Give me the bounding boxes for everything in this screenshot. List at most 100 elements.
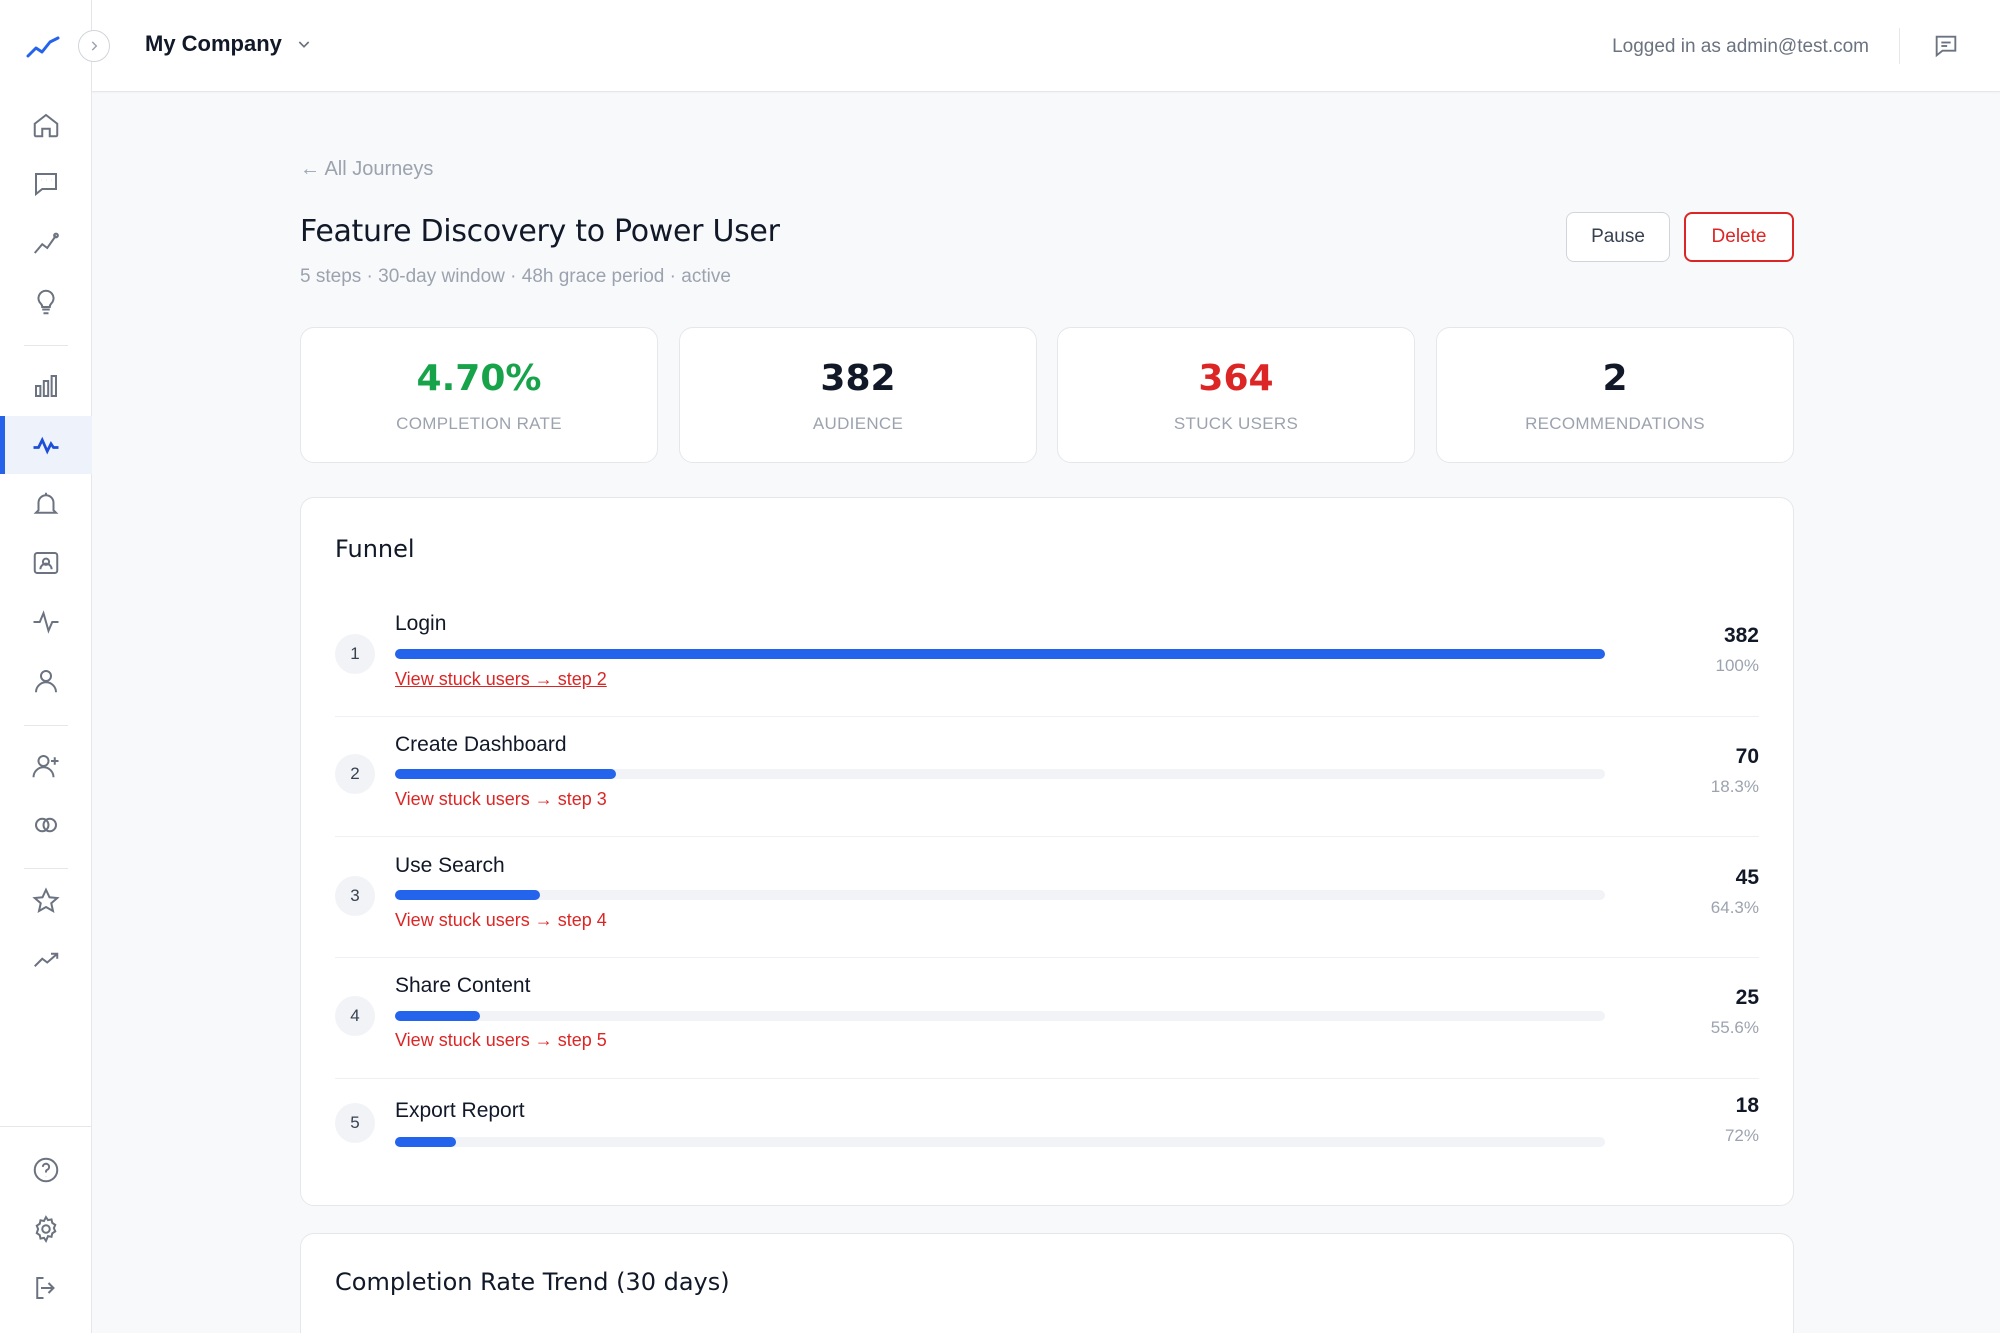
sidebar-item-segments[interactable] [0, 796, 92, 854]
step-number: 1 [335, 634, 375, 674]
step-progress-fill [395, 890, 541, 900]
sidebar-item-insights[interactable] [0, 273, 92, 331]
sidebar-item-analytics[interactable] [0, 214, 92, 272]
company-switcher[interactable]: My Company [145, 31, 312, 57]
step-count: 70 [1735, 745, 1759, 768]
step-progress-fill [395, 769, 617, 779]
stat-value: 382 [820, 358, 896, 399]
step-count: 18 [1735, 1094, 1759, 1117]
help-icon [33, 1157, 59, 1183]
funnel-step: 1 Login View stuck users → step 2 382 10… [335, 610, 1759, 706]
page-title: Feature Discovery to Power User [300, 214, 780, 249]
step-name: Login [395, 612, 447, 635]
stat-label: COMPLETION RATE [396, 414, 562, 433]
step-progress-bar [395, 769, 1605, 779]
funnel-step: 3 Use Search View stuck users → step 4 4… [335, 851, 1759, 947]
view-stuck-users-link[interactable]: View stuck users → step 4 [395, 910, 607, 931]
step-progress-bar [395, 1137, 1605, 1147]
stat-card-audience: 382 AUDIENCE [679, 327, 1037, 463]
step-percent: 18.3% [1710, 777, 1759, 796]
star-icon [32, 887, 60, 913]
step-name: Create Dashboard [395, 733, 567, 756]
step-name: Use Search [395, 854, 505, 877]
trending-icon [34, 952, 59, 967]
contact-card-icon [33, 552, 59, 574]
trend-title: Completion Rate Trend (30 days) [335, 1268, 730, 1296]
step-percent: 72% [1724, 1126, 1759, 1145]
sidebar-item-help[interactable] [0, 1141, 92, 1199]
stat-card-recommendations: 2 RECOMMENDATIONS [1436, 327, 1794, 463]
lightbulb-icon [37, 289, 55, 315]
stat-card-stuck-users: 364 STUCK USERS [1057, 327, 1415, 463]
step-progress-bar [395, 649, 1605, 659]
step-number: 2 [335, 754, 375, 794]
funnel-step: 4 Share Content View stuck users → step … [335, 972, 1759, 1068]
chevron-right-icon [91, 41, 98, 51]
message-icon [1935, 35, 1957, 58]
funnel-step: 5 Export Report 18 72% [335, 1094, 1759, 1174]
sidebar-item-users[interactable] [0, 652, 92, 710]
sidebar-item-reports[interactable] [0, 357, 92, 415]
funnel-step: 2 Create Dashboard View stuck users → st… [335, 731, 1759, 827]
sidebar-item-contacts[interactable] [0, 534, 92, 592]
step-count: 25 [1735, 986, 1759, 1009]
step-percent: 55.6% [1710, 1018, 1759, 1037]
stat-label: STUCK USERS [1173, 414, 1299, 433]
sidebar-item-logout[interactable] [0, 1259, 92, 1317]
sidebar-item-activity[interactable] [0, 593, 92, 651]
step-count: 45 [1735, 866, 1759, 889]
bar-chart-icon [35, 375, 57, 397]
logged-in-text: Logged in as admin@test.com [1612, 36, 1869, 57]
sidebar-item-trends[interactable] [0, 931, 92, 989]
funnel-panel: Funnel 1 Login View stuck users → step 2… [300, 497, 1794, 1206]
sidebar-item-favorites[interactable] [0, 872, 92, 930]
sidebar-collapse-button[interactable] [78, 30, 110, 62]
activity-icon [33, 610, 59, 634]
view-stuck-users-link[interactable]: View stuck users → step 2 [395, 669, 607, 690]
feedback-button[interactable] [1932, 32, 1960, 60]
segments-icon [35, 817, 57, 833]
step-progress-fill [395, 649, 1605, 659]
step-number: 4 [335, 996, 375, 1036]
settings-icon [35, 1215, 57, 1243]
back-to-journeys-link[interactable]: ← All Journeys [300, 158, 433, 181]
step-progress-fill [395, 1137, 456, 1147]
company-name: My Company [145, 31, 282, 56]
logo-icon[interactable] [24, 30, 64, 62]
logout-icon [36, 1277, 55, 1299]
step-number: 5 [335, 1103, 375, 1143]
sidebar-item-journeys[interactable] [0, 416, 92, 474]
funnel-title: Funnel [335, 535, 415, 563]
stat-value: 2 [1602, 358, 1628, 399]
pause-button[interactable]: Pause [1566, 212, 1670, 262]
top-bar: My Company Logged in as admin@test.com [92, 0, 2000, 92]
chat-icon [35, 173, 57, 197]
step-number: 3 [335, 876, 375, 916]
step-progress-fill [395, 1011, 480, 1021]
sidebar-item-alerts[interactable] [0, 475, 92, 533]
stat-card-completion-rate: 4.70% COMPLETION RATE [300, 327, 658, 463]
view-stuck-users-link[interactable]: View stuck users → step 3 [395, 789, 607, 810]
delete-button[interactable]: Delete [1684, 212, 1794, 262]
view-stuck-users-link[interactable]: View stuck users → step 5 [395, 1030, 607, 1051]
sidebar-item-home[interactable] [0, 96, 92, 154]
step-progress-bar [395, 890, 1605, 900]
completion-trend-panel: Completion Rate Trend (30 days) [300, 1233, 1794, 1333]
stat-label: AUDIENCE [812, 414, 904, 433]
sidebar-item-messages[interactable] [0, 155, 92, 213]
sidebar-item-settings[interactable] [0, 1200, 92, 1258]
chevron-down-icon [298, 41, 310, 48]
bell-icon [33, 492, 59, 514]
step-count: 382 [1723, 624, 1759, 647]
trend-line-icon [33, 232, 59, 254]
stat-value: 4.70% [416, 358, 542, 399]
step-name: Share Content [395, 974, 531, 997]
step-percent: 64.3% [1710, 898, 1759, 917]
sidebar [0, 0, 92, 1333]
journey-pulse-icon [33, 436, 59, 455]
user-plus-icon [32, 755, 59, 778]
journey-meta: 5 steps · 30-day window · 48h grace peri… [300, 266, 731, 287]
step-percent: 100% [1715, 656, 1759, 675]
sidebar-item-invite[interactable] [0, 737, 92, 795]
step-name: Export Report [395, 1099, 525, 1122]
